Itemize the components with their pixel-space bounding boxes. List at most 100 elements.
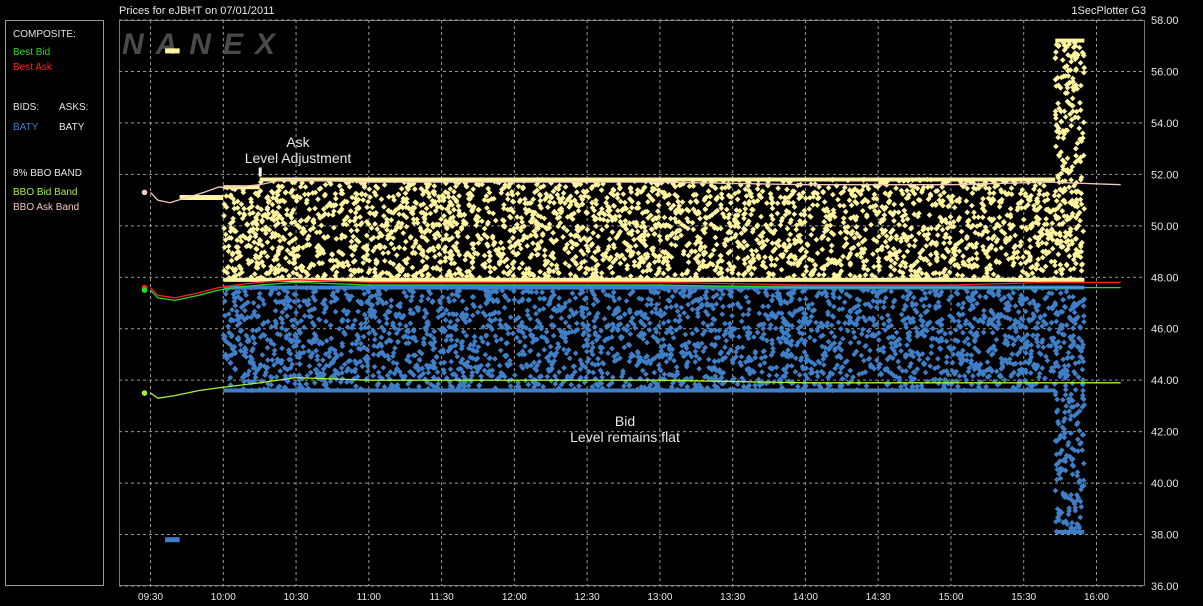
- scatter-point: [943, 338, 950, 345]
- scatter-point: [741, 200, 748, 207]
- scatter-point: [447, 366, 454, 373]
- scatter-point: [759, 369, 765, 375]
- scatter-point: [784, 225, 791, 232]
- scatter-point: [595, 233, 601, 240]
- scatter-point: [702, 206, 709, 213]
- scatter-point: [327, 322, 334, 329]
- scatter-point: [959, 304, 966, 311]
- scatter-point: [871, 263, 877, 270]
- scatter-point: [631, 236, 637, 243]
- scatter-point: [492, 217, 499, 224]
- scatter-point: [1079, 366, 1086, 373]
- scatter-point: [858, 352, 865, 359]
- scatter-point: [981, 307, 987, 314]
- scatter-point: [369, 204, 376, 211]
- scatter-point: [451, 206, 457, 213]
- scatter-point: [956, 373, 963, 379]
- scatter-point: [738, 353, 745, 360]
- scatter-point: [1072, 386, 1079, 393]
- scatter-point: [516, 338, 523, 345]
- scatter-point: [1049, 245, 1056, 252]
- scatter-point: [419, 293, 425, 300]
- scatter-point: [787, 231, 794, 238]
- scatter-point: [372, 266, 378, 272]
- scatter-point: [282, 189, 289, 196]
- scatter-point: [311, 379, 318, 386]
- scatter-point: [777, 222, 784, 228]
- scatter-point: [388, 297, 395, 304]
- scatter-point: [510, 273, 517, 279]
- scatter-point: [705, 356, 712, 363]
- scatter-point: [1080, 387, 1086, 394]
- scatter-point: [681, 310, 688, 316]
- scatter-point: [684, 314, 691, 320]
- scatter-point: [669, 293, 676, 300]
- scatter-point: [879, 315, 885, 321]
- scatter-point: [1081, 318, 1087, 325]
- scatter-point: [738, 318, 745, 325]
- scatter-point: [784, 186, 790, 193]
- scatter-point: [496, 362, 503, 369]
- scatter-point: [544, 373, 551, 380]
- scatter-point: [381, 257, 388, 264]
- scatter-point: [519, 260, 526, 267]
- scatter-point: [1080, 477, 1087, 484]
- scatter-point: [272, 307, 279, 314]
- scatter-point: [751, 334, 757, 340]
- scatter-point: [525, 381, 532, 388]
- scatter-point: [1035, 343, 1042, 349]
- scatter-point: [753, 247, 760, 254]
- scatter-point: [745, 311, 751, 318]
- scatter-point: [391, 245, 398, 252]
- scatter-point: [654, 301, 660, 308]
- scatter-point: [1077, 514, 1084, 521]
- scatter-point: [1015, 309, 1022, 315]
- scatter-point: [591, 324, 598, 330]
- scatter-point: [928, 350, 935, 356]
- scatter-point: [743, 294, 750, 300]
- scatter-point: [635, 200, 642, 207]
- scatter-point: [673, 303, 680, 309]
- scatter-point: [904, 248, 911, 255]
- scatter-point: [673, 364, 680, 370]
- scatter-point: [1043, 240, 1050, 247]
- scatter-point: [370, 351, 377, 358]
- scatter-point: [301, 324, 307, 331]
- scatter-point: [241, 205, 247, 212]
- scatter-point: [739, 344, 746, 351]
- scatter-point: [609, 345, 615, 352]
- scatter-point: [259, 352, 266, 358]
- scatter-point: [1068, 391, 1074, 398]
- scatter-point: [903, 368, 909, 374]
- scatter-point: [911, 243, 918, 249]
- scatter-point: [375, 369, 382, 376]
- scatter-point: [221, 244, 228, 251]
- scatter-point: [1080, 303, 1087, 309]
- scatter-point: [567, 271, 574, 278]
- scatter-point: [332, 308, 339, 315]
- scatter-point: [236, 210, 243, 216]
- scatter-point: [500, 245, 506, 252]
- scatter-point: [566, 355, 573, 362]
- scatter-point: [922, 369, 929, 376]
- scatter-point: [635, 250, 642, 257]
- scatter-point: [452, 349, 459, 356]
- scatter-point: [993, 368, 1000, 375]
- scatter-point: [713, 241, 720, 248]
- scatter-point: [1007, 205, 1014, 212]
- scatter-point: [573, 320, 580, 327]
- scatter-point: [806, 206, 813, 212]
- scatter-point: [820, 189, 827, 196]
- scatter-point: [679, 199, 686, 205]
- scatter-point: [314, 356, 321, 363]
- scatter-point: [524, 243, 531, 249]
- scatter-point: [898, 311, 905, 318]
- scatter-point: [315, 196, 321, 203]
- scatter-point: [816, 271, 822, 278]
- scatter-point: [518, 215, 525, 221]
- scatter-point: [400, 230, 407, 236]
- scatter-point: [841, 299, 848, 306]
- scatter-point: [316, 362, 323, 368]
- scatter-point: [1074, 472, 1081, 479]
- scatter-point: [497, 347, 504, 354]
